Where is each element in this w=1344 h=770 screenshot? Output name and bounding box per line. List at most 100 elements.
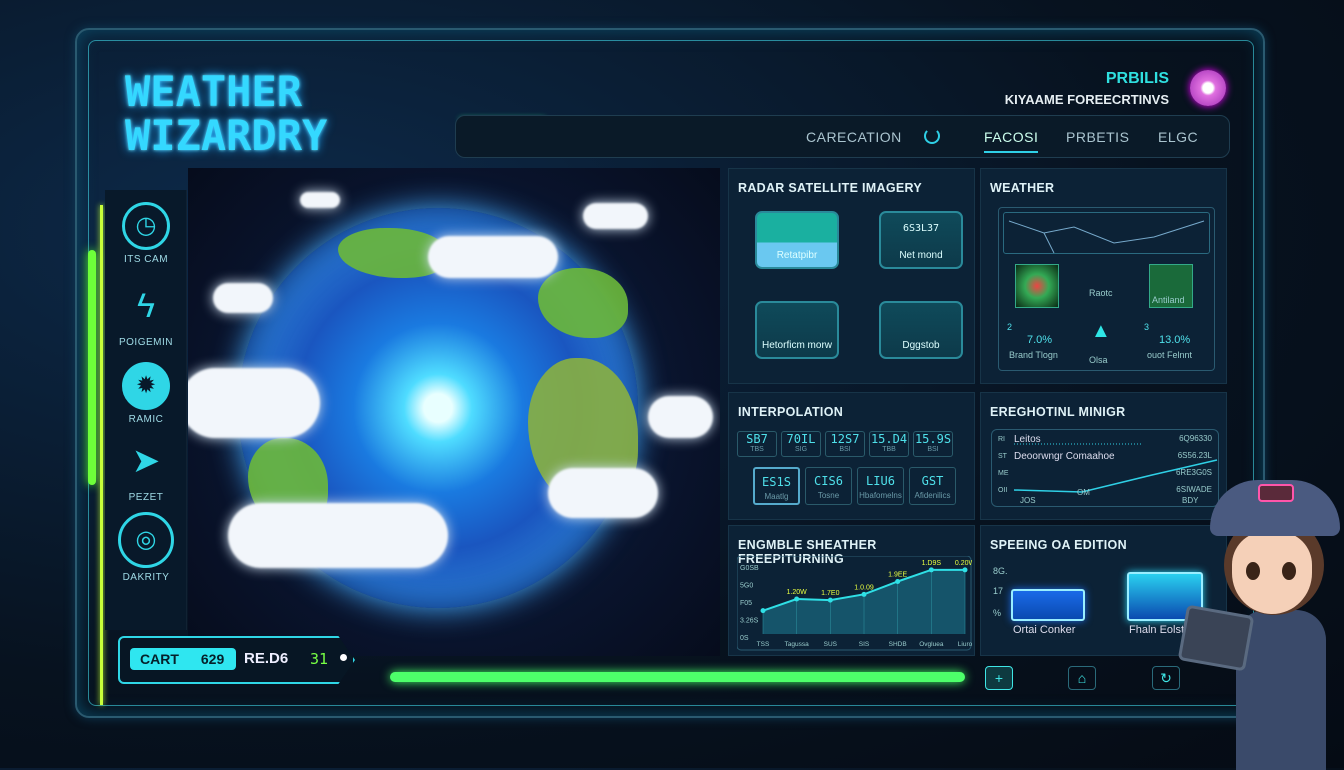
mascot-character — [1177, 470, 1344, 770]
tab-carecation[interactable]: CARECATION — [806, 129, 902, 145]
data-point — [794, 596, 800, 602]
interp-value: 15.9S BSI — [913, 431, 953, 457]
left-num: 2 — [1007, 322, 1013, 332]
center-label: Olsa — [1089, 355, 1108, 365]
point-label: 1.0.09 — [854, 584, 874, 591]
bar-label: Ortai Conker — [1013, 624, 1076, 636]
y-tick: G0SB — [740, 565, 759, 572]
up-arrow-icon: ▲ — [1091, 320, 1111, 342]
radar-card[interactable]: Retatpibr — [755, 211, 839, 269]
sidebar-item-pezet[interactable]: ➤ PEZET — [105, 440, 187, 503]
radar-thumb[interactable] — [1015, 264, 1059, 308]
cart-count: 31 — [310, 650, 329, 668]
data-point — [928, 567, 934, 573]
radar-card[interactable]: Dggstob — [879, 301, 963, 359]
radar-card[interactable]: Hetorficm morw — [755, 301, 839, 359]
tab-facosi[interactable]: FACOSI — [984, 129, 1039, 153]
game-title: WEATHER WIZARDRY — [125, 67, 328, 160]
speed-bar — [1011, 589, 1085, 621]
x-tick: JOS — [1020, 496, 1036, 505]
sidebar-item-its-cam[interactable]: ◷ ITS CAM — [105, 202, 187, 265]
left-pct: 7.0% — [1027, 334, 1053, 346]
map-thumb[interactable]: Antiland — [1149, 264, 1193, 308]
panel-title: WEATHER — [990, 181, 1055, 195]
sidebar-item-dakrity[interactable]: ◎ DAKRITY — [105, 512, 187, 583]
y-tick: 5G0 — [740, 583, 753, 590]
y-tick: 0S — [740, 635, 749, 642]
cart-bar[interactable]: CART 629 RE.D6 31 — [118, 636, 355, 684]
interp-value: 12S7 BSI — [825, 431, 865, 457]
cloud — [188, 368, 320, 438]
cloud — [300, 192, 340, 208]
interp-option[interactable]: GST Afidenilics — [909, 467, 956, 505]
home-icon[interactable]: ⌂ — [1068, 666, 1096, 690]
dial-icon: ◎ — [118, 512, 174, 568]
panel-title: RADAR SATELLITE IMAGERY — [738, 181, 922, 195]
tab-elgc[interactable]: ELGC — [1158, 129, 1198, 145]
face — [1232, 532, 1312, 614]
x-tick: Ovgluea — [919, 641, 944, 648]
flower-icon[interactable] — [1190, 70, 1226, 106]
tab-prbetis[interactable]: PRBETIS — [1066, 129, 1129, 145]
eye — [1246, 562, 1260, 580]
interp-option[interactable]: ES1S Maatlg — [753, 467, 800, 505]
point-label: 1.7E0 — [821, 590, 839, 597]
data-point — [827, 597, 833, 603]
right-label: ouot Felnnt — [1147, 350, 1193, 360]
x-tick: SIS — [859, 641, 870, 648]
data-point — [895, 579, 901, 584]
refresh-icon[interactable]: ↻ — [1152, 666, 1180, 690]
tablet — [1177, 604, 1255, 672]
compass-icon: ◷ — [122, 202, 170, 250]
weather-map[interactable] — [1003, 212, 1210, 254]
plus-icon[interactable]: + — [985, 666, 1013, 690]
cloud — [228, 503, 448, 568]
point-label: 1.D9S — [922, 560, 942, 567]
progress-fill — [390, 672, 965, 682]
interp-value: 70IL SIG — [781, 431, 821, 457]
cloud — [648, 396, 713, 438]
x-tick: Liuro — [958, 641, 972, 648]
point-label: 0.20W — [955, 560, 972, 567]
data-point — [962, 567, 968, 573]
sidebar-item-ramic[interactable]: ✹ RAMIC — [105, 362, 187, 425]
spinner-icon — [924, 128, 940, 144]
bar-label: Fhaln Eolst — [1129, 624, 1185, 636]
storm-icon: ϟ — [137, 287, 155, 325]
eye — [1282, 562, 1296, 580]
x-tick: SUS — [824, 641, 838, 648]
interp-option[interactable]: CIS6 Tosne — [805, 467, 852, 505]
x-tick: SHDB — [889, 641, 907, 648]
plane-icon: ➤ — [131, 442, 161, 480]
continent — [538, 268, 628, 338]
left-label: Brand Tlogn — [1009, 350, 1058, 360]
cloud — [548, 468, 658, 518]
weather-panel: WEATHER Raotc Antiland 2 7.0% Brand Tlog… — [980, 168, 1227, 384]
point-label: 1.9EE — [888, 572, 907, 579]
x-tick: Tagussa — [785, 641, 810, 648]
side-accent-line — [100, 205, 103, 705]
interp-value: 15.D4 TBB — [869, 431, 909, 457]
sidebar-item-poigemin[interactable]: ϟ POIGEMIN — [105, 285, 187, 348]
interp-option[interactable]: LIU6 Hbafomelns — [857, 467, 904, 505]
gear-icon: ✹ — [122, 362, 170, 410]
globe-view[interactable] — [188, 168, 720, 656]
indicator-dot — [340, 654, 347, 661]
y-tick: 17 — [993, 586, 1004, 596]
panel-title: SPEEING OA EDITION — [990, 538, 1127, 552]
y-tick: 8G. — [993, 566, 1008, 576]
panel-title: EREGHOTINL MINIGR — [990, 405, 1126, 419]
side-scrollbar[interactable] — [88, 250, 96, 485]
cloud — [583, 203, 648, 229]
brand: PRBILIS KIYAAME FOREECRTINVS — [1004, 70, 1169, 107]
right-num: 3 — [1144, 322, 1150, 332]
radar-panel: RADAR SATELLITE IMAGERY Retatpibr 6S3L37… — [728, 168, 975, 384]
interp-value: SB7 TBS — [737, 431, 777, 457]
cloud — [213, 283, 273, 313]
nav-bar: CARECATION FACOSI PRBETIS ELGC — [455, 115, 1230, 158]
panel-title: INTERPOLATION — [738, 405, 844, 419]
y-tick: % — [993, 608, 1002, 618]
progress-bar — [390, 672, 965, 682]
radar-card[interactable]: 6S3L37 Net mond — [879, 211, 963, 269]
cap-badge — [1258, 484, 1294, 502]
